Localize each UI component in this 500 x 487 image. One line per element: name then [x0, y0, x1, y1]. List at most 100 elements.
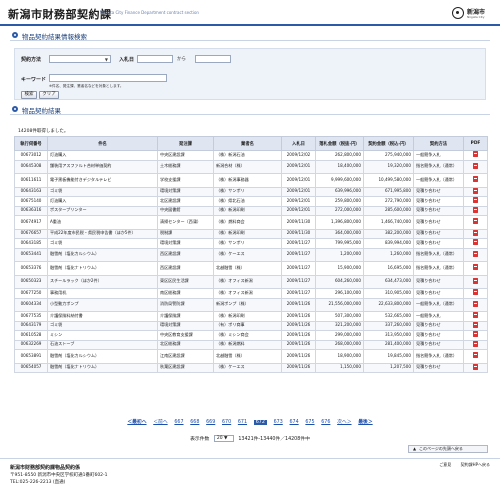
per-page-select[interactable]: 20 ▼ — [213, 435, 234, 442]
table-row[interactable]: 00653891 融雪剤（塩化カルシウム） 江南区建設課 北越融雪（株） 2009/11… — [14, 349, 488, 364]
item-name-cell[interactable]: 平成22年度市民税・県民税申告書（ほか5件） — [47, 228, 158, 239]
item-name-cell[interactable]: 融雪剤（塩化ナトリウム） — [47, 261, 158, 276]
pdf-cell[interactable] — [463, 320, 488, 331]
page-link[interactable]: 669 — [206, 420, 215, 425]
table-row[interactable]: 00676657 平成22年度市民税・県民税申告書（ほか5件） 税制課 （株）新潟印刷… — [14, 228, 488, 239]
table-row[interactable]: 00604334 小型動力ポンプ 消防局警防課 新潟ポンプ（株） 2009/11/26 2… — [14, 297, 488, 312]
table-row[interactable]: 00653376 融雪剤（塩化ナトリウム） 西区建設課 北越融雪（株） 2009/11/… — [14, 261, 488, 276]
page-link[interactable]: 673 — [274, 420, 283, 425]
pdf-icon[interactable] — [473, 264, 478, 271]
item-name-cell[interactable]: ミシン — [47, 330, 158, 341]
pdf-icon[interactable] — [473, 312, 478, 319]
pdf-icon[interactable] — [473, 162, 478, 169]
date-to-input[interactable] — [195, 55, 231, 63]
item-name-cell[interactable]: 小型動力ポンプ — [47, 297, 158, 312]
table-row[interactable]: 00653441 融雪剤（塩化カルシウム） 西区建設課 （株）ケーエス 2009/11/… — [14, 247, 488, 262]
prev-page-link[interactable]: ＜前へ — [153, 418, 167, 425]
page-link[interactable]: 668 — [190, 420, 199, 425]
pdf-cell[interactable] — [463, 228, 488, 239]
pdf-cell[interactable] — [463, 261, 488, 276]
table-row[interactable]: 00654057 融雪剤（塩化ナトリウム） 秋葉区建設課 （株）ケーエス 2009/11… — [14, 362, 488, 373]
pdf-icon[interactable] — [473, 363, 478, 370]
item-name-cell[interactable]: 融雪剤（塩化カルシウム） — [47, 349, 158, 364]
item-name-cell[interactable]: 電子黒板機能付きデジタルテレビ — [47, 173, 158, 188]
first-page-link[interactable]: ＜最初へ — [127, 418, 146, 425]
item-name-cell[interactable]: スチールラック（ほか2件） — [47, 274, 158, 289]
search-button[interactable]: 検索 — [21, 91, 37, 99]
item-name-cell[interactable]: 石油ストーブ — [47, 339, 158, 350]
table-row[interactable]: 00636316 ポスタープリンター 中央図書館 （株）新潟印刷 2009/12/01 2… — [14, 205, 488, 216]
table-row[interactable]: 00643179 ゴミ袋 環境対策課 （有）ポリ商事 2009/11/26 321,200… — [14, 320, 488, 331]
next-page-link[interactable]: 次へ＞ — [337, 418, 351, 425]
pdf-cell[interactable] — [463, 238, 488, 249]
pdf-icon[interactable] — [473, 229, 478, 236]
item-name-cell[interactable]: 灯油購入 — [47, 196, 158, 207]
table-row[interactable]: 00632269 石油ストーブ 北区総務課 （株）新潟燃料 2009/11/26 268,… — [14, 339, 488, 350]
pdf-icon[interactable] — [473, 176, 478, 183]
city-logo[interactable]: 新潟市 Niigata City — [452, 6, 492, 22]
page-link[interactable]: 674 — [290, 420, 299, 425]
pdf-cell[interactable] — [463, 186, 488, 197]
pdf-cell[interactable] — [463, 297, 488, 312]
pdf-icon[interactable] — [473, 151, 478, 158]
clear-button[interactable]: クリア — [39, 91, 59, 99]
table-row[interactable]: 00645308 舗装用アスファルト合材単価契約 土木総務課 新潟合材（株） 2009/… — [14, 159, 488, 174]
pdf-cell[interactable] — [463, 311, 488, 322]
table-row[interactable]: 00611611 電子黒板機能付きデジタルテレビ 学校支援課 （株）新潟事務器 2009… — [14, 173, 488, 188]
table-row[interactable]: 00677250 事務用机 南区総務課 （株）オフィス新潟 2009/11/27 296,… — [14, 288, 488, 299]
pdf-icon[interactable] — [473, 206, 478, 213]
pdf-cell[interactable] — [463, 288, 488, 299]
pdf-icon[interactable] — [473, 187, 478, 194]
pdf-cell[interactable] — [463, 362, 488, 373]
pdf-icon[interactable] — [473, 300, 478, 307]
item-name-cell[interactable]: ゴミ袋 — [47, 320, 158, 331]
pdf-cell[interactable] — [463, 196, 488, 207]
table-row[interactable]: 00677535 介護保険料納付書 介護保険課 （株）新潟印刷 2009/11/26 50… — [14, 311, 488, 322]
keyword-input[interactable] — [49, 74, 167, 82]
pdf-icon[interactable] — [473, 218, 478, 225]
pdf-icon[interactable] — [473, 250, 478, 257]
pdf-icon[interactable] — [473, 331, 478, 338]
table-row[interactable]: 00610528 ミシン 中央区教育支援課 （株）ミシン商会 2009/11/26 299… — [14, 330, 488, 341]
last-page-link[interactable]: 最後＞ — [358, 418, 372, 425]
item-name-cell[interactable]: 融雪剤（塩化カルシウム） — [47, 247, 158, 262]
item-name-cell[interactable]: ゴミ袋 — [47, 186, 158, 197]
pdf-icon[interactable] — [473, 239, 478, 246]
back-to-top-button[interactable]: ▲ このページの先頭へ戻る — [408, 445, 488, 453]
pdf-icon[interactable] — [473, 340, 478, 347]
pdf-cell[interactable] — [463, 215, 488, 230]
pdf-icon[interactable] — [473, 352, 478, 359]
pdf-cell[interactable] — [463, 339, 488, 350]
table-row[interactable]: 00643163 ゴミ袋 環境対策課 （株）サンポリ 2009/12/01 639,996… — [14, 186, 488, 197]
page-link[interactable]: 675 — [305, 420, 314, 425]
pdf-cell[interactable] — [463, 247, 488, 262]
pdf-cell[interactable] — [463, 150, 488, 161]
footer-link[interactable]: ご意見 — [439, 462, 451, 468]
pdf-cell[interactable] — [463, 274, 488, 289]
pdf-cell[interactable] — [463, 205, 488, 216]
item-name-cell[interactable]: 事務用机 — [47, 288, 158, 299]
table-row[interactable]: 00674917 A重油 清掃センター（西蒲） （株）燃料商会 2009/11/30 1,… — [14, 215, 488, 230]
table-row[interactable]: 00650323 スチールラック（ほか2件） 東区区民生活課 （株）オフィス新潟 200… — [14, 274, 488, 289]
item-name-cell[interactable]: ポスタープリンター — [47, 205, 158, 216]
site-title[interactable]: 新潟市財務部契約課 — [8, 6, 112, 22]
table-row[interactable]: 00673012 灯油購入 中央区建設課 （株）新潟石油 2009/12/02 262,8… — [14, 150, 488, 161]
page-link[interactable]: 667 — [174, 420, 183, 425]
item-name-cell[interactable]: 舗装用アスファルト合材単価契約 — [47, 159, 158, 174]
pdf-cell[interactable] — [463, 173, 488, 188]
pdf-cell[interactable] — [463, 349, 488, 364]
item-name-cell[interactable]: 融雪剤（塩化ナトリウム） — [47, 362, 158, 373]
item-name-cell[interactable]: A重油 — [47, 215, 158, 230]
pdf-icon[interactable] — [473, 321, 478, 328]
page-link[interactable]: 671 — [238, 420, 247, 425]
pdf-icon[interactable] — [473, 197, 478, 204]
pdf-icon[interactable] — [473, 277, 478, 284]
page-link[interactable]: 676 — [321, 420, 330, 425]
pdf-icon[interactable] — [473, 289, 478, 296]
footer-link[interactable]: 契約課HPへ戻る — [461, 462, 490, 468]
date-from-input[interactable] — [137, 55, 173, 63]
pdf-cell[interactable] — [463, 159, 488, 174]
table-row[interactable]: 00643185 ゴミ袋 環境対策課 （株）サンポリ 2009/11/27 799,995… — [14, 238, 488, 249]
item-name-cell[interactable]: 灯油購入 — [47, 150, 158, 161]
table-row[interactable]: 00675140 灯油購入 北区建設課 （株）県北石油 2009/12/01 259,80… — [14, 196, 488, 207]
